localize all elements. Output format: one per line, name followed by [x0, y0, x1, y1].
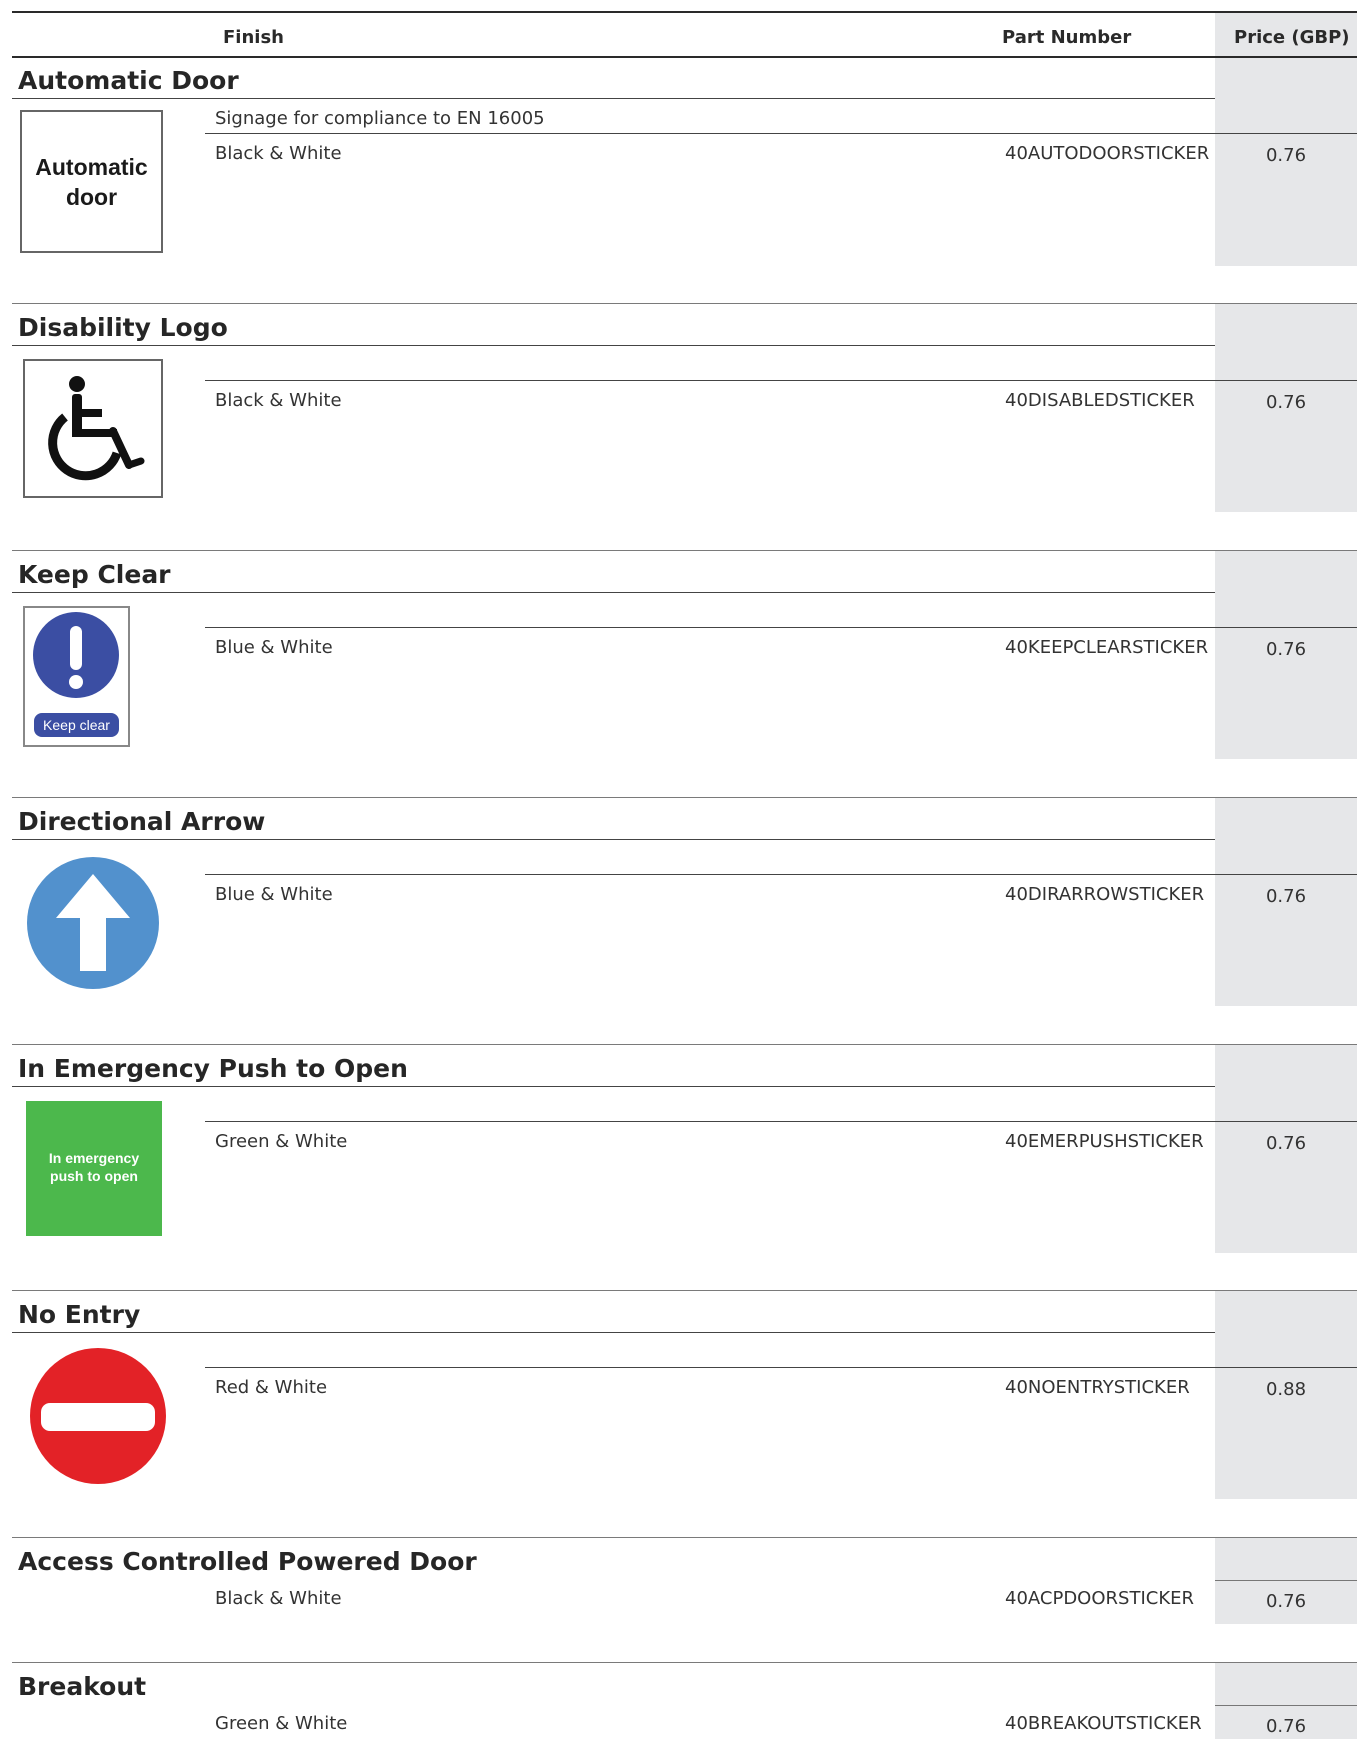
sign-text-line1: Automatic: [35, 154, 148, 180]
section-rule: [12, 1537, 1357, 1538]
row-rule: [205, 1367, 1357, 1368]
section-title: Access Controlled Powered Door: [18, 1547, 477, 1576]
finish-cell: Green & White: [215, 1131, 348, 1152]
finish-cell: Black & White: [215, 143, 342, 164]
section-rule: [12, 1662, 1357, 1663]
price-cell: 0.76: [1265, 1133, 1307, 1154]
row-rule: [205, 1121, 1357, 1122]
keep-clear-label: Keep clear: [43, 717, 110, 733]
sign-text-line2: push to open: [50, 1168, 138, 1184]
row-rule: [205, 627, 1357, 628]
price-cell: 0.88: [1265, 1379, 1307, 1400]
price-cell: 0.76: [1265, 886, 1307, 907]
title-rule: [12, 345, 1215, 346]
row-rule: [205, 874, 1357, 875]
price-column-header: Price (GBP): [1234, 27, 1350, 48]
row-rule: [1215, 1705, 1357, 1706]
row-rule: [205, 133, 1357, 134]
section-title: No Entry: [18, 1300, 141, 1329]
section-title: In Emergency Push to Open: [18, 1054, 408, 1083]
price-cell: 0.76: [1265, 1716, 1307, 1737]
price-cell: 0.76: [1265, 1591, 1307, 1612]
title-rule: [12, 1332, 1215, 1333]
part-number-column-header: Part Number: [1002, 27, 1132, 48]
header-bottom-rule: [12, 56, 1357, 58]
arrow-up-sign-icon: [26, 856, 160, 990]
price-cell: 0.76: [1265, 639, 1307, 660]
part-number-cell: 40NOENTRYSTICKER: [1005, 1377, 1190, 1398]
finish-cell: Blue & White: [215, 637, 333, 658]
section-rule: [12, 1290, 1357, 1291]
part-number-cell: 40EMERPUSHSTICKER: [1005, 1131, 1204, 1152]
part-number-cell: 40KEEPCLEARSTICKER: [1005, 637, 1209, 658]
row-rule: [205, 380, 1357, 381]
no-entry-sign-icon: [29, 1347, 167, 1485]
part-number-cell: 40AUTODOORSTICKER: [1005, 143, 1210, 164]
price-cell: 0.76: [1265, 392, 1307, 413]
finish-cell: Green & White: [215, 1713, 348, 1734]
section-rule: [12, 550, 1357, 551]
finish-cell: Black & White: [215, 1588, 342, 1609]
keep-clear-sign-icon: Keep clear: [23, 606, 130, 747]
title-rule: [12, 98, 1215, 99]
row-rule: [1215, 1580, 1357, 1581]
automatic-door-sign-icon: Automatic door: [20, 110, 163, 253]
part-number-cell: 40ACPDOORSTICKER: [1005, 1588, 1195, 1609]
emergency-push-sign-icon: In emergency push to open: [26, 1101, 162, 1236]
compliance-note: Signage for compliance to EN 16005: [215, 108, 545, 129]
section-rule: [12, 303, 1357, 304]
sign-text-line2: door: [65, 184, 118, 210]
part-number-cell: 40BREAKOUTSTICKER: [1005, 1713, 1202, 1734]
section-rule: [12, 1044, 1357, 1045]
finish-cell: Red & White: [215, 1377, 328, 1398]
part-number-cell: 40DIRARROWSTICKER: [1005, 884, 1205, 905]
section-title: Breakout: [18, 1672, 147, 1701]
header-top-rule: [12, 11, 1357, 13]
section-title: Keep Clear: [18, 560, 171, 589]
section-title: Directional Arrow: [18, 807, 266, 836]
finish-cell: Black & White: [215, 390, 342, 411]
section-rule: [12, 797, 1357, 798]
title-rule: [12, 839, 1215, 840]
title-rule: [12, 592, 1215, 593]
finish-column-header: Finish: [223, 27, 284, 48]
wheelchair-sign-icon: [23, 359, 163, 498]
part-number-cell: 40DISABLEDSTICKER: [1005, 390, 1195, 411]
section-title: Disability Logo: [18, 313, 228, 342]
finish-cell: Blue & White: [215, 884, 333, 905]
price-cell: 0.76: [1265, 145, 1307, 166]
title-rule: [12, 1086, 1215, 1087]
sign-text-line1: In emergency: [48, 1150, 140, 1166]
section-title: Automatic Door: [18, 66, 239, 95]
